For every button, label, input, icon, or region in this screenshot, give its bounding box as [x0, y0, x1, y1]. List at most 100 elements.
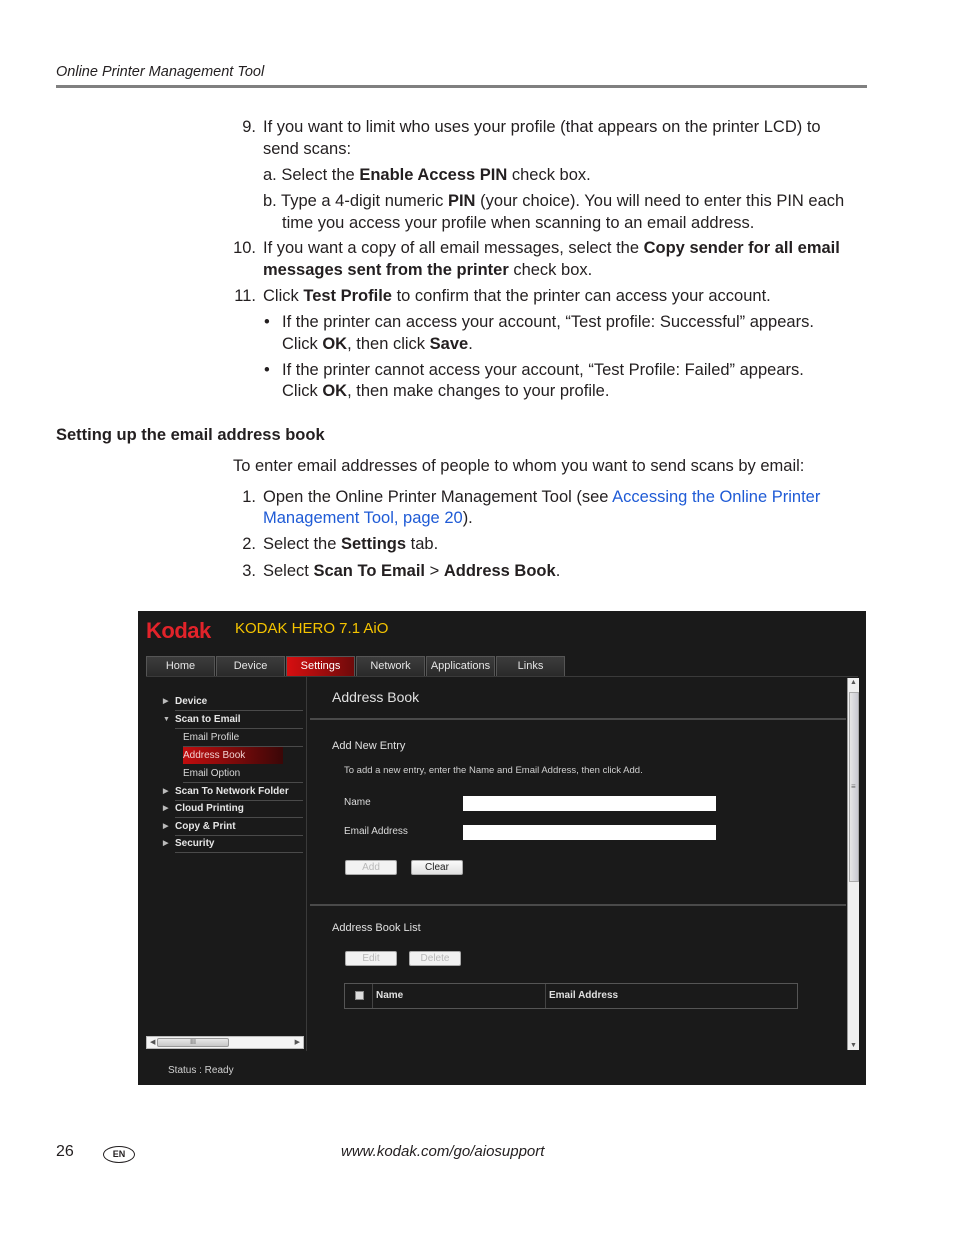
sidebar-item-scan-to-network-folder[interactable]: ▶ Scan To Network Folder: [163, 783, 303, 801]
scrollbar-thumb[interactable]: III: [157, 1038, 229, 1047]
bullet-text: If the printer can access your account, …: [282, 313, 814, 331]
name-input[interactable]: [463, 796, 716, 811]
grip-icon: ≡: [851, 782, 856, 791]
section-intro: To enter email addresses of people to wh…: [233, 457, 805, 475]
section-steps: 1. Open the Online Printer Management To…: [0, 486, 954, 586]
text: ).: [462, 509, 473, 527]
bold-text: Enable Access PIN: [359, 166, 508, 184]
app-screenshot: Kodak KODAK HERO 7.1 AiO Home Device Set…: [138, 611, 866, 1085]
divider: [310, 904, 846, 906]
sidebar-item-cloud-printing[interactable]: ▶ Cloud Printing: [163, 800, 303, 818]
scroll-down-icon[interactable]: ▼: [850, 1042, 857, 1049]
column-header-email-address[interactable]: Email Address: [545, 984, 797, 1008]
collapse-arrow-icon: ▼: [163, 716, 170, 723]
step-text: Select Scan To Email > Address Book.: [263, 560, 560, 582]
select-all-checkbox[interactable]: [355, 991, 364, 1000]
expand-arrow-icon: ▶: [163, 788, 169, 795]
add-button[interactable]: Add: [345, 860, 397, 875]
scroll-right-icon[interactable]: ▶: [295, 1037, 300, 1048]
tab-links[interactable]: Links: [496, 656, 565, 676]
expand-arrow-icon: ▶: [163, 840, 169, 847]
tab-device[interactable]: Device: [216, 656, 285, 676]
page-heading: Address Book: [332, 689, 420, 705]
bold-text: Test Profile: [303, 287, 392, 305]
address-book-table-header: Name Email Address: [344, 983, 798, 1009]
expand-arrow-icon: ▶: [163, 698, 169, 705]
name-label: Name: [344, 797, 371, 808]
step-text: Open the Online Printer Management Tool …: [263, 486, 820, 508]
cross-reference-link[interactable]: Accessing the Online Printer: [612, 488, 820, 506]
edit-button[interactable]: Edit: [345, 951, 397, 966]
text: (your choice). You will need to enter th…: [475, 192, 845, 210]
text: .: [468, 335, 473, 353]
bold-text: Settings: [340, 535, 407, 553]
step-number: 3.: [242, 562, 256, 580]
sidebar-item-label: Copy & Print: [175, 821, 236, 832]
main-panel: Address Book Add New Entry To add a new …: [308, 677, 846, 1051]
sidebar-item-copy-print[interactable]: ▶ Copy & Print: [163, 818, 303, 836]
step-text: If you want a copy of all email messages…: [263, 237, 840, 259]
step-number: 10.: [233, 239, 256, 257]
sidebar-subitem-address-book[interactable]: Address Book: [183, 747, 283, 764]
sidebar-item-device[interactable]: ▶ Device: [163, 693, 303, 711]
sidebar-subitem-email-option[interactable]: Email Option: [183, 765, 303, 783]
bullet-icon: •: [264, 361, 270, 379]
vertical-scrollbar[interactable]: ▲ ≡ ▼: [847, 678, 859, 1050]
page-number: 26: [56, 1143, 74, 1160]
text: Click: [282, 382, 323, 400]
divider: [310, 718, 846, 720]
bold-text: Copy sender for all email: [643, 239, 840, 257]
bold-text: OK: [322, 382, 348, 400]
bold-text: Address Book: [443, 562, 556, 580]
sidebar-item-label: Scan To Network Folder: [175, 786, 289, 797]
scroll-left-icon[interactable]: ◀: [150, 1037, 155, 1048]
add-entry-title: Add New Entry: [332, 740, 406, 752]
text: Click: [263, 287, 304, 305]
email-address-label: Email Address: [344, 826, 408, 837]
text: , then click: [347, 335, 430, 353]
section-title: Setting up the email address book: [56, 426, 325, 444]
sidebar-item-security[interactable]: ▶ Security: [163, 835, 303, 853]
running-header: Online Printer Management Tool: [56, 64, 265, 80]
step-text: If you want to limit who uses your profi…: [263, 118, 821, 136]
tab-home[interactable]: Home: [146, 656, 215, 676]
scrollbar-thumb[interactable]: ≡: [849, 692, 859, 882]
cross-reference-link[interactable]: Management Tool, page 20: [263, 509, 463, 527]
sidebar-item-scan-to-email[interactable]: ▼ Scan to Email: [163, 711, 303, 729]
step-number: 9.: [242, 118, 256, 136]
step-text: Management Tool, page 20).: [263, 507, 473, 529]
email-address-input[interactable]: [463, 825, 716, 840]
delete-button[interactable]: Delete: [409, 951, 461, 966]
step-text: send scans:: [263, 140, 352, 158]
scroll-up-icon[interactable]: ▲: [850, 679, 857, 686]
product-title: KODAK HERO 7.1 AiO: [235, 620, 389, 637]
text: check box.: [508, 261, 593, 279]
clear-button[interactable]: Clear: [411, 860, 463, 875]
bold-text: Save: [429, 335, 469, 353]
text: check box.: [507, 166, 591, 184]
substep-a: a. Select the Enable Access PIN check bo…: [263, 164, 591, 186]
text: b. Type a 4-digit numeric: [263, 192, 448, 210]
text: a. Select the: [263, 166, 360, 184]
step-text: messages sent from the printer check box…: [263, 259, 592, 281]
step-10: 10. If you want a copy of all email mess…: [0, 237, 954, 285]
step-text: Select the Settings tab.: [263, 533, 438, 555]
step-text: Click Test Profile to confirm that the p…: [263, 285, 771, 307]
bold-text: Scan To Email: [313, 562, 426, 580]
expand-arrow-icon: ▶: [163, 823, 169, 830]
substep-b: b. Type a 4-digit numeric PIN (your choi…: [263, 190, 844, 212]
text: Select the: [263, 535, 341, 553]
sidebar-item-label: Security: [175, 838, 215, 849]
tab-network[interactable]: Network: [356, 656, 425, 676]
step-number: 11.: [234, 287, 256, 305]
text: >: [425, 562, 444, 580]
language-badge: EN: [103, 1146, 135, 1163]
horizontal-scrollbar[interactable]: ◀ III ▶: [146, 1036, 304, 1049]
sidebar-subitem-email-profile[interactable]: Email Profile: [183, 729, 303, 747]
text: , then make changes to your profile.: [347, 382, 610, 400]
tab-settings[interactable]: Settings: [286, 656, 355, 676]
step-number: 1.: [242, 488, 256, 506]
sidebar-item-label: Cloud Printing: [175, 803, 244, 814]
tab-applications[interactable]: Applications: [426, 656, 495, 676]
column-header-name[interactable]: Name: [372, 984, 546, 1008]
